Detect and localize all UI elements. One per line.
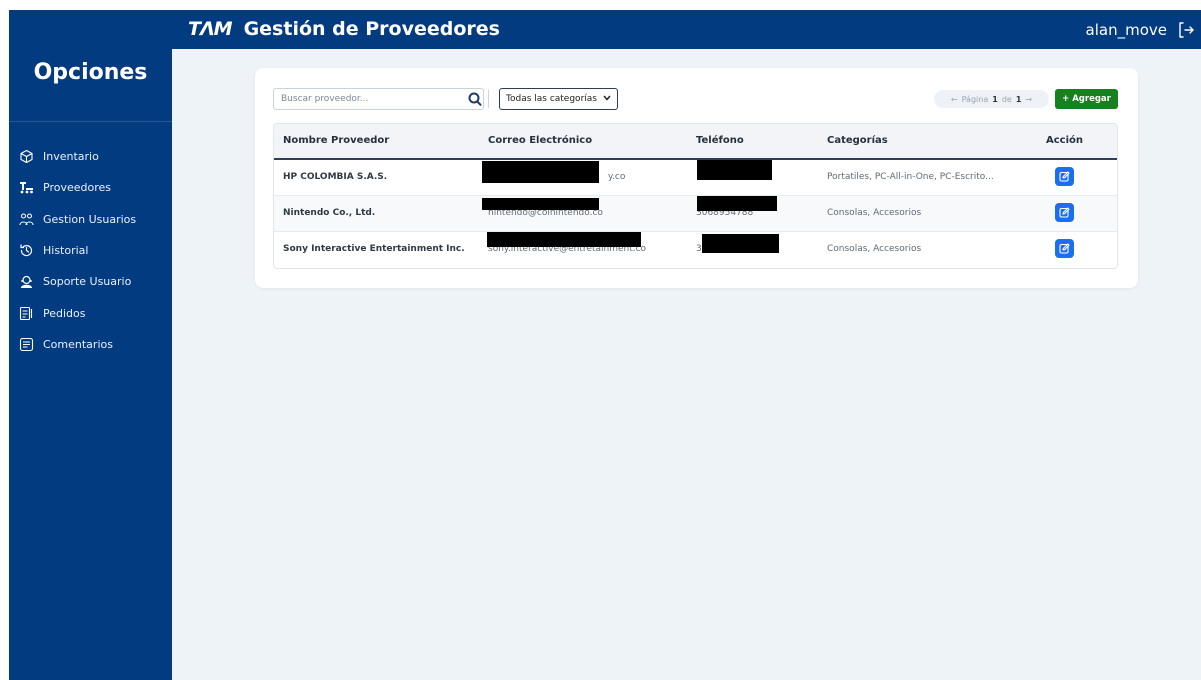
app-window: TΛM Gestión de Proveedores alan_move Opc… <box>9 10 1201 680</box>
search-input[interactable] <box>273 88 484 110</box>
pager-total: 1 <box>1015 94 1022 104</box>
suppliers-card: Todas las categorías ← Página 1 de 1 → +… <box>255 68 1138 288</box>
column-header: Categorías <box>827 135 888 146</box>
supplier-phone: 3 <box>696 244 702 254</box>
sidebar-item-historial[interactable]: Historial <box>9 235 172 266</box>
sidebar-divider <box>9 121 172 122</box>
supplier-categories: Consolas, Accesorios <box>827 244 922 254</box>
logo: TΛM <box>188 18 233 40</box>
sidebar-item-label: Gestion Usuarios <box>43 212 137 226</box>
sidebar-item-gestion-usuarios[interactable]: Gestion Usuarios <box>9 204 172 235</box>
sidebar-item-label: Comentarios <box>43 337 113 351</box>
orders-icon <box>19 306 34 321</box>
supplier-name: Sony Interactive Entertainment Inc. <box>283 244 465 254</box>
sidebar-item-soporte-usuario[interactable]: Soporte Usuario <box>9 266 172 297</box>
supplier-name: HP COLOMBIA S.A.S. <box>283 172 388 182</box>
comments-icon <box>19 337 34 352</box>
supplier-name: Nintendo Co., Ltd. <box>283 208 376 218</box>
top-bar: TΛM Gestión de Proveedores alan_move <box>9 10 1201 49</box>
sidebar-item-comentarios[interactable]: Comentarios <box>9 329 172 360</box>
redaction-block <box>482 161 599 183</box>
toolbar-divider <box>488 90 489 108</box>
supplier-categories: Portatiles, PC-All-in-One, PC-Escrito... <box>827 172 994 182</box>
logout-icon[interactable] <box>1177 21 1195 39</box>
table-row: Sony Interactive Entertainment Inc. sony… <box>274 232 1117 268</box>
chevron-down-icon <box>603 94 611 104</box>
support-icon <box>19 274 34 289</box>
edit-button[interactable] <box>1055 239 1074 258</box>
category-select-value: Todas las categorías <box>506 94 597 104</box>
box-icon <box>19 149 34 164</box>
pagination: ← Página 1 de 1 → <box>934 90 1049 108</box>
column-header: Teléfono <box>696 135 744 146</box>
sidebar-title: Opciones <box>33 60 148 85</box>
brand: TΛM Gestión de Proveedores <box>188 18 500 40</box>
edit-button[interactable] <box>1055 167 1074 186</box>
username: alan_move <box>1085 21 1167 39</box>
redaction-block <box>697 160 772 180</box>
sidebar-item-label: Historial <box>43 244 89 258</box>
edit-button[interactable] <box>1055 203 1074 222</box>
pager-next-button[interactable]: → <box>1025 95 1032 104</box>
pager-current: 1 <box>992 94 998 104</box>
add-supplier-button[interactable]: + Agregar <box>1055 89 1118 109</box>
user-area: alan_move <box>1086 21 1195 39</box>
table-row: Nintendo Co., Ltd. nintendo@colnintendo.… <box>274 196 1117 232</box>
column-header: Nombre Proveedor <box>283 135 390 146</box>
sidebar-item-label: Soporte Usuario <box>43 275 132 289</box>
search-icon[interactable] <box>467 90 483 108</box>
pager-of: de <box>1001 94 1012 104</box>
supplier-email: y.co <box>608 172 626 182</box>
table-header: Nombre Proveedor Correo Electrónico Telé… <box>274 124 1117 160</box>
sidebar-item-label: Inventario <box>43 150 99 164</box>
sidebar-item-label: Proveedores <box>43 181 111 195</box>
supplier-icon <box>19 180 34 195</box>
pager-prev-button[interactable]: ← <box>951 95 958 104</box>
sidebar: Opciones Inventario Proveedores Gestion … <box>9 49 172 680</box>
users-icon <box>19 212 34 227</box>
column-header: Correo Electrónico <box>488 135 593 146</box>
category-select[interactable]: Todas las categorías <box>499 88 618 110</box>
redaction-block <box>702 234 779 253</box>
pager-page-word: Página <box>961 94 989 104</box>
sidebar-item-inventario[interactable]: Inventario <box>9 141 172 172</box>
sidebar-item-pedidos[interactable]: Pedidos <box>9 297 172 328</box>
column-header: Acción <box>1046 135 1084 146</box>
redaction-block <box>482 198 599 210</box>
history-icon <box>19 243 34 258</box>
sidebar-menu: Inventario Proveedores Gestion Usuarios … <box>9 141 172 360</box>
sidebar-item-label: Pedidos <box>43 306 86 320</box>
table-row: HP COLOMBIA S.A.S. y.co Portatiles, PC-A… <box>274 160 1117 196</box>
redaction-block <box>487 232 641 247</box>
supplier-categories: Consolas, Accesorios <box>827 208 922 218</box>
suppliers-table: Nombre Proveedor Correo Electrónico Telé… <box>273 123 1118 269</box>
sidebar-item-proveedores[interactable]: Proveedores <box>9 172 172 203</box>
redaction-block <box>697 196 777 211</box>
page-title: Gestión de Proveedores <box>243 18 500 40</box>
